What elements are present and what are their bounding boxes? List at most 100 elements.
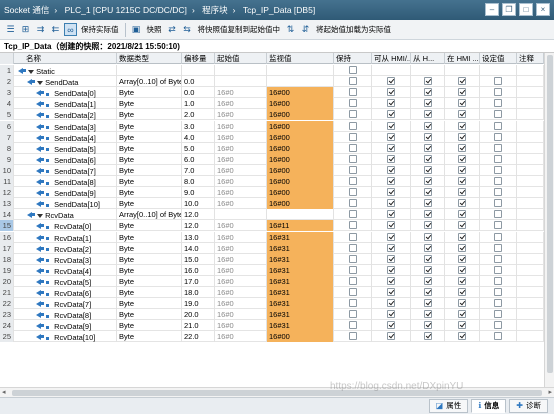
monitor-value-cell[interactable] [267, 209, 334, 221]
offset-cell[interactable]: 0.0 [182, 76, 215, 88]
row-number[interactable]: 6 [0, 120, 14, 132]
table-row[interactable]: 21 RcvData[6] Byte 18.0 16#0 16#31 [0, 287, 544, 298]
hmi-writable-checkbox[interactable] [423, 88, 432, 97]
name-cell[interactable]: SendData[1] [14, 98, 117, 110]
hmi-writable-checkbox[interactable] [423, 332, 432, 341]
setpoint-checkbox[interactable] [494, 221, 502, 230]
comment-cell[interactable] [517, 231, 544, 243]
vertical-scrollbar[interactable] [544, 53, 554, 387]
monitor-value-cell[interactable]: 16#00 [267, 153, 334, 165]
start-value-cell[interactable]: 16#0 [215, 220, 267, 232]
setpoint-checkbox[interactable] [494, 332, 502, 341]
comment-cell[interactable] [517, 242, 544, 254]
setpoint-checkbox[interactable] [494, 110, 502, 119]
hmi-visible-checkbox[interactable] [458, 121, 466, 130]
start-value-cell[interactable]: 16#0 [215, 331, 267, 343]
monitor-value-cell[interactable]: 16#00 [267, 120, 334, 132]
offset-cell[interactable]: 1.0 [182, 98, 215, 110]
row-number[interactable]: 20 [0, 275, 14, 287]
setpoint-checkbox[interactable] [494, 232, 502, 241]
start-value-cell[interactable]: 16#0 [215, 298, 267, 310]
retain-checkbox[interactable] [348, 288, 357, 296]
row-number[interactable]: 19 [0, 264, 14, 276]
retain-checkbox[interactable] [348, 165, 357, 174]
row-number[interactable]: 10 [0, 164, 14, 176]
hmi-writable-checkbox[interactable] [423, 254, 432, 263]
table-row[interactable]: 11 SendData[8] Byte 8.0 16#0 16#00 [0, 176, 544, 187]
start-value-cell[interactable]: 16#0 [215, 109, 267, 121]
hmi-accessible-checkbox[interactable] [387, 243, 395, 252]
header-datatype[interactable]: 数据类型 [117, 53, 182, 64]
hmi-accessible-checkbox[interactable] [387, 110, 395, 119]
comment-cell[interactable] [517, 76, 544, 88]
setpoint-checkbox[interactable] [494, 88, 502, 97]
retain-checkbox[interactable] [348, 221, 357, 230]
monitor-value-cell[interactable]: 16#31 [267, 231, 334, 243]
datatype-cell[interactable]: Byte [117, 298, 182, 310]
start-value-cell[interactable] [215, 65, 267, 76]
datatype-cell[interactable]: Byte [117, 187, 182, 199]
datatype-cell[interactable]: Byte [117, 176, 182, 187]
retain-checkbox[interactable] [348, 154, 357, 163]
table-row[interactable]: 20 RcvData[5] Byte 17.0 16#0 16#31 [0, 275, 544, 287]
retain-checkbox[interactable] [348, 66, 357, 74]
comment-cell[interactable] [517, 309, 544, 321]
offset-cell[interactable]: 18.0 [182, 287, 215, 298]
offset-cell[interactable]: 0.0 [182, 87, 215, 99]
restore-icon[interactable]: ❐ [502, 3, 516, 16]
comment-cell[interactable] [517, 142, 544, 154]
datatype-cell[interactable]: Array[0..10] of Byte [117, 76, 182, 88]
header-offset[interactable]: 偏移量 [182, 53, 215, 64]
setpoint-checkbox[interactable] [494, 310, 502, 319]
comment-cell[interactable] [517, 287, 544, 298]
name-cell[interactable]: SendData[10] [14, 198, 117, 210]
header-comment[interactable]: 注释 [517, 53, 544, 64]
table-row[interactable]: 2 SendData Array[0..10] of Byte 0.0 [0, 76, 544, 88]
name-cell[interactable]: RcvData[9] [14, 320, 117, 332]
hmi-visible-checkbox[interactable] [458, 154, 466, 163]
retain-checkbox[interactable] [348, 143, 357, 152]
setpoint-checkbox[interactable] [494, 154, 502, 163]
name-cell[interactable]: RcvData[10] [14, 331, 117, 343]
hmi-accessible-checkbox[interactable] [387, 188, 395, 197]
hmi-accessible-checkbox[interactable] [387, 121, 395, 130]
table-row[interactable]: 23 RcvData[8] Byte 20.0 16#0 16#31 [0, 309, 544, 321]
hmi-accessible-checkbox[interactable] [387, 232, 395, 241]
table-row[interactable]: 4 SendData[1] Byte 1.0 16#0 16#00 [0, 98, 544, 110]
setpoint-checkbox[interactable] [494, 254, 502, 263]
name-cell[interactable]: Static [14, 65, 117, 76]
hmi-visible-checkbox[interactable] [458, 221, 466, 230]
datatype-cell[interactable]: Byte [117, 153, 182, 165]
retain-checkbox[interactable] [348, 276, 357, 285]
datatype-cell[interactable]: Byte [117, 309, 182, 321]
start-value-cell[interactable]: 16#0 [215, 264, 267, 276]
table-row[interactable]: 16 RcvData[1] Byte 13.0 16#0 16#31 [0, 231, 544, 243]
offset-cell[interactable]: 14.0 [182, 242, 215, 254]
start-value-cell[interactable]: 16#0 [215, 131, 267, 143]
snapshot-icon[interactable]: ▣ [130, 23, 143, 36]
monitor-value-cell[interactable]: 16#00 [267, 131, 334, 143]
monitor-value-cell[interactable]: 16#00 [267, 198, 334, 210]
breadcrumb-item[interactable]: 程序块 [202, 5, 228, 15]
start-value-cell[interactable]: 16#0 [215, 176, 267, 187]
monitor-value-cell[interactable]: 16#00 [267, 87, 334, 99]
hmi-accessible-checkbox[interactable] [387, 177, 395, 185]
monitor-value-cell[interactable]: 16#00 [267, 142, 334, 154]
load-start-values-button[interactable]: 将起始值加载为实际值 [314, 24, 393, 35]
name-cell[interactable]: RcvData[1] [14, 231, 117, 243]
name-cell[interactable]: RcvData[6] [14, 287, 117, 298]
hmi-writable-checkbox[interactable] [423, 243, 432, 252]
offset-cell[interactable]: 7.0 [182, 164, 215, 176]
hmi-visible-checkbox[interactable] [458, 265, 466, 274]
row-number[interactable]: 16 [0, 231, 14, 243]
hmi-accessible-checkbox[interactable] [387, 154, 395, 163]
table-row[interactable]: 17 RcvData[2] Byte 14.0 16#0 16#31 [0, 242, 544, 254]
hmi-visible-checkbox[interactable] [458, 276, 466, 285]
table-row[interactable]: 14 RcvData Array[0..10] of Byte 12.0 [0, 209, 544, 221]
expand-toggle-icon[interactable] [28, 70, 35, 75]
name-cell[interactable]: RcvData[3] [14, 253, 117, 265]
retain-checkbox[interactable] [348, 310, 357, 319]
table-row[interactable]: 18 RcvData[3] Byte 15.0 16#0 16#31 [0, 253, 544, 265]
monitor-value-cell[interactable]: 16#00 [267, 164, 334, 176]
hmi-writable-checkbox[interactable] [423, 288, 432, 296]
